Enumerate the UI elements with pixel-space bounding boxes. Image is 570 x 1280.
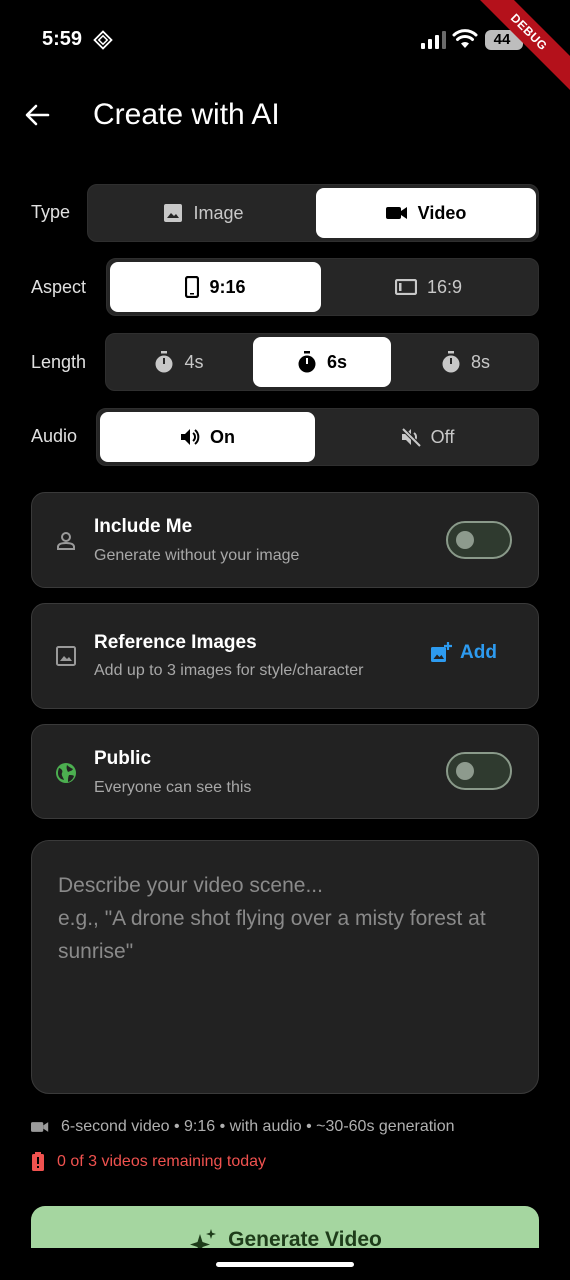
reference-images-title: Reference Images — [94, 632, 257, 653]
status-time: 5:59 — [42, 28, 83, 50]
cellular-signal-icon — [421, 31, 446, 49]
aspect-option-16-9[interactable]: 16:9 — [321, 262, 536, 312]
type-option-video-label: Video — [417, 202, 467, 223]
page-title: Create with AI — [93, 98, 280, 131]
audio-option-on-label: On — [210, 426, 235, 447]
audio-option-off[interactable]: Off — [319, 412, 536, 462]
phone-portrait-icon — [185, 276, 200, 298]
length-option-8s-label: 8s — [470, 351, 490, 372]
add-photo-icon — [431, 642, 452, 662]
timer-icon — [442, 351, 460, 373]
type-option-image[interactable]: Image — [91, 188, 316, 238]
length-label: Length — [31, 352, 87, 372]
volume-up-icon — [181, 429, 200, 445]
audio-label: Audio — [31, 426, 78, 446]
image-outline-icon — [56, 646, 76, 666]
quota-warning-text: 0 of 3 videos remaining today — [57, 1153, 267, 1170]
type-option-video[interactable]: Video — [316, 188, 536, 238]
battery-alert-icon — [32, 1152, 44, 1171]
length-option-6s-label: 6s — [326, 351, 348, 372]
globe-icon — [56, 763, 76, 783]
generation-summary: 6-second video • 9:16 • with audio • ~30… — [31, 1118, 455, 1136]
length-option-8s[interactable]: 8s — [395, 337, 536, 387]
include-me-card: Include Me Generate without your image — [31, 492, 539, 588]
audio-option-off-label: Off — [430, 426, 455, 447]
length-option-4s-label: 4s — [184, 351, 204, 372]
landscape-frame-icon — [394, 279, 417, 295]
aspect-option-9-16-label: 9:16 — [209, 276, 246, 297]
length-segmented-control: 4s 6s 8s — [105, 333, 539, 391]
include-me-toggle[interactable] — [446, 521, 512, 559]
toggle-knob — [456, 531, 474, 549]
type-label: Type — [31, 202, 71, 222]
public-title: Public — [94, 748, 152, 769]
aspect-label: Aspect — [31, 277, 87, 297]
public-subtitle: Everyone can see this — [94, 779, 252, 796]
audio-segmented-control: On Off — [96, 408, 539, 466]
toggle-knob — [456, 762, 474, 780]
generation-summary-text: 6-second video • 9:16 • with audio • ~30… — [61, 1118, 455, 1135]
length-option-4s[interactable]: 4s — [109, 337, 249, 387]
type-segmented-control: Image Video — [87, 184, 539, 242]
videocam-icon — [31, 1122, 49, 1132]
wifi-icon — [452, 29, 478, 48]
app-notification-icon — [93, 30, 113, 50]
home-indicator[interactable] — [216, 1262, 354, 1267]
person-outline-icon — [57, 532, 75, 550]
videocam-icon — [385, 207, 407, 219]
prompt-input[interactable]: Describe your video scene... e.g., "A dr… — [31, 840, 539, 1094]
prompt-placeholder: Describe your video scene... e.g., "A dr… — [58, 874, 486, 963]
image-icon — [164, 204, 183, 222]
public-card: Public Everyone can see this — [31, 724, 539, 819]
length-option-6s[interactable]: 6s — [253, 337, 391, 387]
quota-warning: 0 of 3 videos remaining today — [31, 1152, 266, 1172]
volume-off-icon — [401, 427, 421, 447]
public-toggle[interactable] — [446, 752, 512, 790]
timer-icon — [155, 351, 173, 373]
audio-option-on[interactable]: On — [100, 412, 315, 462]
include-me-title: Include Me — [94, 516, 193, 537]
aspect-segmented-control: 9:16 16:9 — [106, 258, 539, 316]
type-option-image-label: Image — [193, 202, 244, 223]
aspect-option-9-16[interactable]: 9:16 — [110, 262, 321, 312]
status-bar: 5:59 44 — [0, 0, 570, 80]
add-reference-image-button[interactable]: Add — [430, 642, 497, 664]
timer-icon — [298, 351, 316, 373]
add-button-label: Add — [460, 642, 497, 663]
aspect-option-16-9-label: 16:9 — [426, 276, 463, 297]
reference-images-subtitle: Add up to 3 images for style/character — [94, 662, 364, 679]
back-button[interactable] — [22, 100, 52, 130]
include-me-subtitle: Generate without your image — [94, 547, 300, 564]
reference-images-card: Reference Images Add up to 3 images for … — [31, 603, 539, 709]
